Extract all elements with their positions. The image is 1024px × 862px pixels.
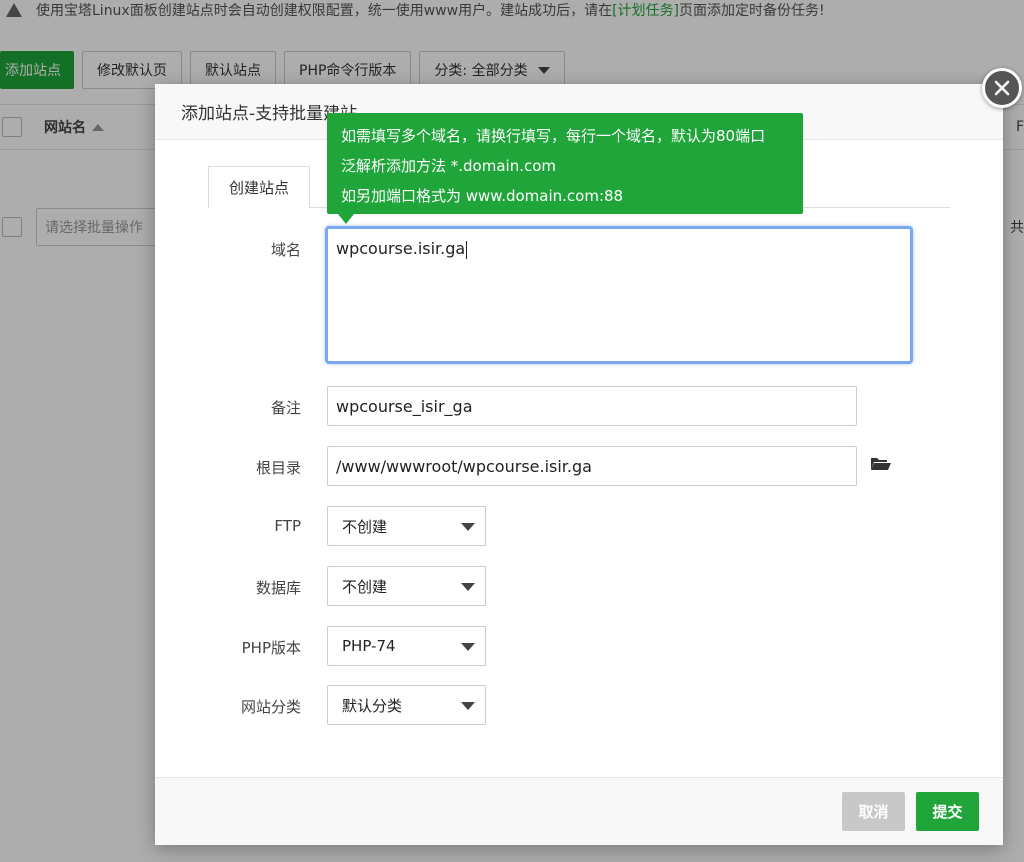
cancel-button[interactable]: 取消	[842, 792, 905, 831]
domain-help-tooltip: 如需填写多个域名，请换行填写，每行一个域名，默认为80端口 泛解析添加方法 *.…	[327, 113, 803, 214]
chevron-down-icon	[461, 702, 475, 710]
site-category-value: 默认分类	[342, 696, 403, 715]
database-select[interactable]: 不创建	[327, 566, 486, 606]
ftp-select[interactable]: 不创建	[327, 506, 486, 546]
close-icon	[994, 80, 1010, 96]
php-version-select[interactable]: PHP-74	[327, 626, 486, 666]
php-version-value: PHP-74	[342, 637, 396, 655]
chevron-down-icon	[461, 643, 475, 651]
database-select-value: 不创建	[342, 577, 388, 596]
site-category-select[interactable]: 默认分类	[327, 685, 486, 725]
ftp-select-value: 不创建	[342, 517, 388, 536]
close-button[interactable]	[982, 68, 1022, 108]
remark-label: 备注	[270, 399, 301, 417]
folder-open-icon[interactable]	[870, 457, 892, 471]
php-version-label: PHP版本	[241, 639, 301, 657]
tooltip-line-3: 如另加端口格式为 www.domain.com:88	[341, 187, 624, 205]
domain-label: 域名	[270, 241, 301, 259]
tooltip-line-1: 如需填写多个域名，请换行填写，每行一个域名，默认为80端口	[341, 127, 766, 145]
tooltip-arrow	[338, 214, 354, 224]
tooltip-line-2: 泛解析添加方法 *.domain.com	[341, 157, 557, 175]
chevron-down-icon	[461, 523, 475, 531]
chevron-down-icon	[461, 583, 475, 591]
tab-create-site[interactable]: 创建站点	[208, 166, 311, 209]
root-dir-input[interactable]: /www/wwwroot/wpcourse.isir.ga	[327, 446, 857, 486]
submit-button[interactable]: 提交	[916, 792, 979, 831]
text-cursor	[466, 240, 468, 259]
database-label: 数据库	[255, 579, 301, 597]
domain-textarea[interactable]: wpcourse.isir.ga	[325, 226, 913, 364]
site-category-label: 网站分类	[240, 698, 301, 716]
root-dir-label: 根目录	[255, 459, 301, 477]
domain-value: wpcourse.isir.ga	[336, 239, 466, 258]
modal-footer: 取消 提交	[155, 777, 1003, 845]
ftp-label: FTP	[274, 517, 301, 535]
remark-input[interactable]: wpcourse_isir_ga	[327, 386, 857, 426]
